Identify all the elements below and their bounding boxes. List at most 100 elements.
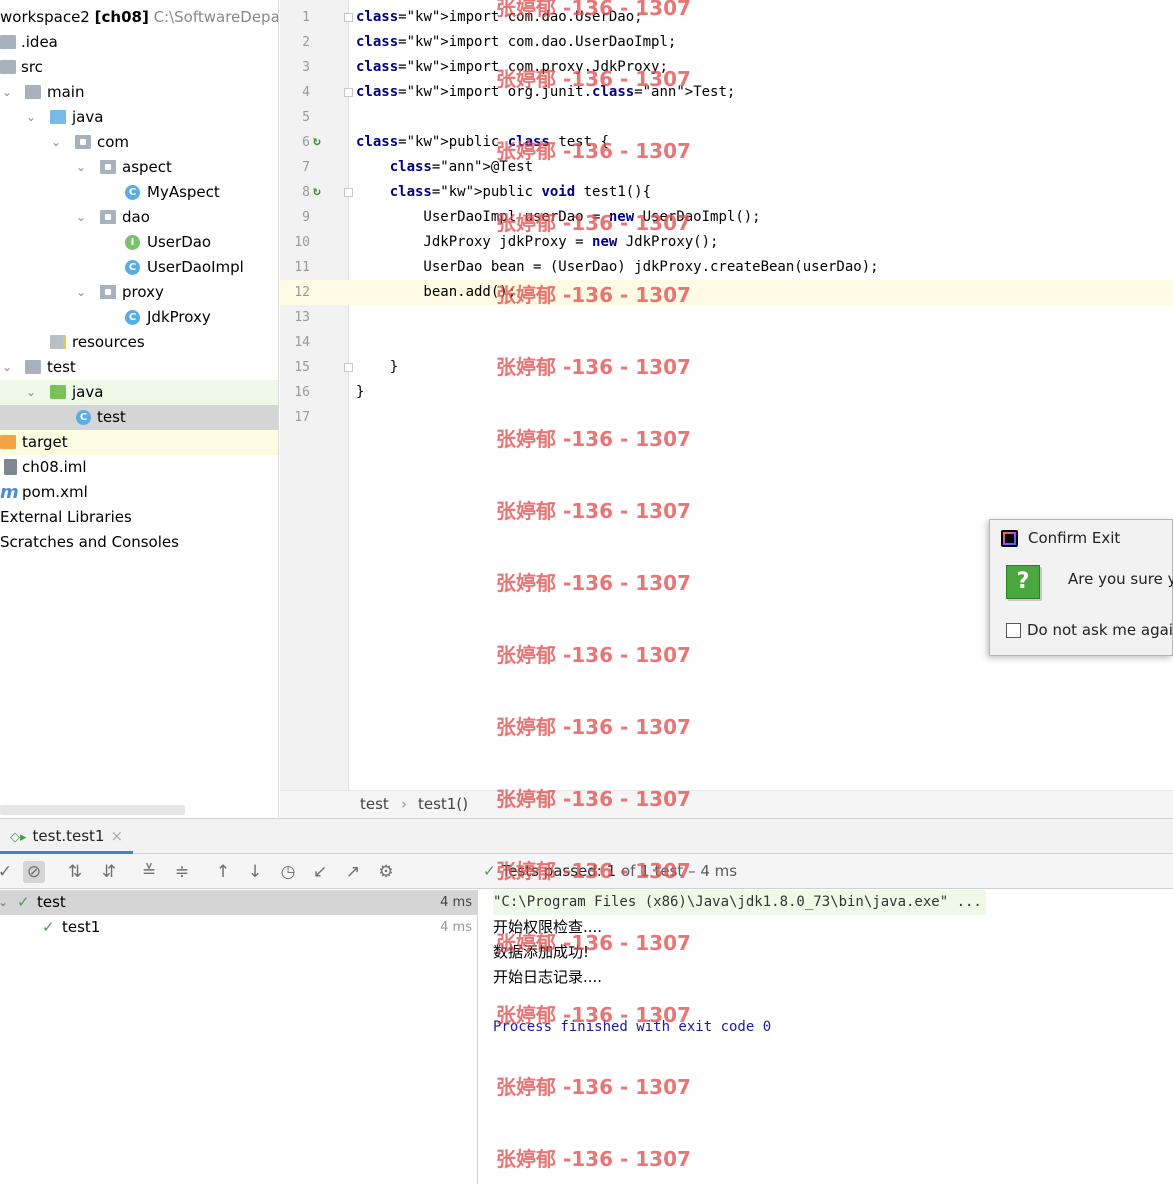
tree-item-myaspect[interactable]: C MyAspect xyxy=(0,180,278,205)
previous-failed-icon[interactable]: ↑ xyxy=(212,861,234,883)
run-test-icon[interactable]: ↻ xyxy=(313,135,327,149)
tree-item-main[interactable]: ⌄ main xyxy=(0,80,278,105)
breadcrumb-method[interactable]: test1() xyxy=(418,791,468,818)
code-line[interactable]: 15 } xyxy=(280,355,1173,380)
line-number[interactable]: 1 xyxy=(280,5,310,30)
code-line[interactable]: 16} xyxy=(280,380,1173,405)
line-number[interactable]: 4 xyxy=(280,80,310,105)
expand-all-icon[interactable]: ≚ xyxy=(138,861,160,883)
test-result-row[interactable]: ⌄ ✓ test 4 ms xyxy=(0,890,478,915)
line-number[interactable]: 12 xyxy=(280,280,310,305)
code-line[interactable]: 7 class="ann">@Test xyxy=(280,155,1173,180)
tree-scrollbar[interactable] xyxy=(0,805,185,815)
chevron-down-icon[interactable]: ⌄ xyxy=(0,355,14,380)
gear-icon[interactable]: ⚙ xyxy=(375,861,397,883)
code-line[interactable]: 2 class="kw">import com.dao.UserDaoImpl; xyxy=(280,30,1173,55)
fold-marker-icon[interactable] xyxy=(344,188,353,197)
code-line[interactable]: 17 xyxy=(280,405,1173,430)
sort-duration-icon[interactable]: ⇵ xyxy=(98,861,120,883)
line-number[interactable]: 17 xyxy=(280,405,310,430)
status-detail: of 1 test – 4 ms xyxy=(620,862,738,880)
line-number[interactable]: 7 xyxy=(280,155,310,180)
chevron-down-icon[interactable]: ⌄ xyxy=(0,80,14,105)
code-line[interactable]: 10 JdkProxy jdkProxy = new JdkProxy(); xyxy=(280,230,1173,255)
console-output[interactable]: "C:\Program Files (x86)\Java\jdk1.8.0_73… xyxy=(479,890,1173,1184)
code-line[interactable]: 5 xyxy=(280,105,1173,130)
do-not-ask-checkbox[interactable] xyxy=(1006,623,1021,638)
chevron-down-icon[interactable]: ⌄ xyxy=(74,155,88,180)
next-failed-icon[interactable]: ↓ xyxy=(244,861,266,883)
code-line[interactable]: 12 bean.add(); xyxy=(280,280,1173,305)
code-line[interactable]: 1 class="kw">import com.dao.UserDao; xyxy=(280,5,1173,30)
code-editor[interactable]: 1 class="kw">import com.dao.UserDao; 2 clas… xyxy=(280,0,1173,790)
import-tests-icon[interactable]: ↙ xyxy=(309,861,331,883)
tree-item-jdkproxy[interactable]: C JdkProxy xyxy=(0,305,278,330)
tree-item-label: src xyxy=(21,58,43,76)
breadcrumb-class[interactable]: test xyxy=(360,791,389,818)
chevron-down-icon[interactable]: ⌄ xyxy=(74,280,88,305)
code-line[interactable]: 3 class="kw">import com.proxy.JdkProxy; xyxy=(280,55,1173,80)
collapse-all-icon[interactable]: ≑ xyxy=(171,861,193,883)
tree-item-userdao[interactable]: I UserDao xyxy=(0,230,278,255)
chevron-down-icon[interactable]: ⌄ xyxy=(24,380,38,405)
tree-item-external-libraries[interactable]: External Libraries xyxy=(0,505,278,530)
tab-test-test1[interactable]: ◇▸ test.test1 × xyxy=(0,819,134,854)
tree-item-java[interactable]: ⌄ java xyxy=(0,105,278,130)
fold-marker-icon[interactable] xyxy=(344,88,353,97)
do-not-ask-label[interactable]: Do not ask me again xyxy=(1027,621,1173,639)
tree-item-src[interactable]: src xyxy=(0,55,278,80)
line-number[interactable]: 9 xyxy=(280,205,310,230)
run-test-icon[interactable]: ↻ xyxy=(313,185,327,199)
show-ignored-icon[interactable]: ⊘ xyxy=(23,861,45,883)
code-line[interactable]: 11 UserDao bean = (UserDao) jdkProxy.cre… xyxy=(280,255,1173,280)
tree-item-scratches[interactable]: Scratches and Consoles xyxy=(0,530,278,555)
chevron-down-icon[interactable]: ⌄ xyxy=(24,105,38,130)
line-number[interactable]: 15 xyxy=(280,355,310,380)
tree-item-dao[interactable]: ⌄ dao xyxy=(0,205,278,230)
class-icon: C xyxy=(125,185,140,200)
line-number[interactable]: 3 xyxy=(280,55,310,80)
code-line[interactable]: 13 xyxy=(280,305,1173,330)
tree-header[interactable]: workspace2 [ch08] C:\SoftwareDepart xyxy=(0,5,278,30)
chevron-down-icon[interactable]: ⌄ xyxy=(74,205,88,230)
fold-marker-icon[interactable] xyxy=(344,363,353,372)
tree-item-test-java[interactable]: ⌄ java xyxy=(0,380,278,405)
tree-item-aspect[interactable]: ⌄ aspect xyxy=(0,155,278,180)
chevron-down-icon[interactable]: ⌄ xyxy=(49,130,63,155)
console-command-line: "C:\Program Files (x86)\Java\jdk1.8.0_73… xyxy=(493,890,986,915)
line-number[interactable]: 6 xyxy=(280,130,310,155)
code-line[interactable]: 8 ↻ class="kw">public void test1(){ xyxy=(280,180,1173,205)
test-history-icon[interactable]: ◷ xyxy=(277,861,299,883)
tree-item-pom[interactable]: m pom.xml xyxy=(0,480,278,505)
export-tests-icon[interactable]: ↗ xyxy=(342,861,364,883)
line-number[interactable]: 5 xyxy=(280,105,310,130)
close-icon[interactable]: × xyxy=(110,827,123,845)
tree-item-label: main xyxy=(47,83,85,101)
line-number[interactable]: 13 xyxy=(280,305,310,330)
tree-item-userdaoimpl[interactable]: C UserDaoImpl xyxy=(0,255,278,280)
tree-item-resources[interactable]: resources xyxy=(0,330,278,355)
test-result-row[interactable]: ✓ test1 4 ms xyxy=(0,915,478,940)
sort-alpha-icon[interactable]: ⇅ xyxy=(64,861,86,883)
code-line[interactable]: 14 xyxy=(280,330,1173,355)
tree-item-test-class[interactable]: C test xyxy=(0,405,278,430)
tree-item-proxy[interactable]: ⌄ proxy xyxy=(0,280,278,305)
tree-item-com[interactable]: ⌄ com xyxy=(0,130,278,155)
line-number[interactable]: 11 xyxy=(280,255,310,280)
line-number[interactable]: 16 xyxy=(280,380,310,405)
code-text: } xyxy=(356,359,399,375)
fold-marker-icon[interactable] xyxy=(344,13,353,22)
line-number[interactable]: 14 xyxy=(280,330,310,355)
code-line[interactable]: 4 class="kw">import org.junit.class="ann"… xyxy=(280,80,1173,105)
tree-item-iml[interactable]: ch08.iml xyxy=(0,455,278,480)
show-passed-icon[interactable]: ✓ xyxy=(0,861,16,883)
chevron-down-icon[interactable]: ⌄ xyxy=(0,890,8,915)
line-number[interactable]: 2 xyxy=(280,30,310,55)
line-number[interactable]: 10 xyxy=(280,230,310,255)
code-line[interactable]: 9 UserDaoImpl userDao = new UserDaoImpl(… xyxy=(280,205,1173,230)
line-number[interactable]: 8 xyxy=(280,180,310,205)
tree-item-test-dir[interactable]: ⌄ test xyxy=(0,355,278,380)
tree-item-target[interactable]: target xyxy=(0,430,278,455)
tree-item-idea[interactable]: .idea xyxy=(0,30,278,55)
code-line[interactable]: 6 ↻ class="kw">public class test { xyxy=(280,130,1173,155)
